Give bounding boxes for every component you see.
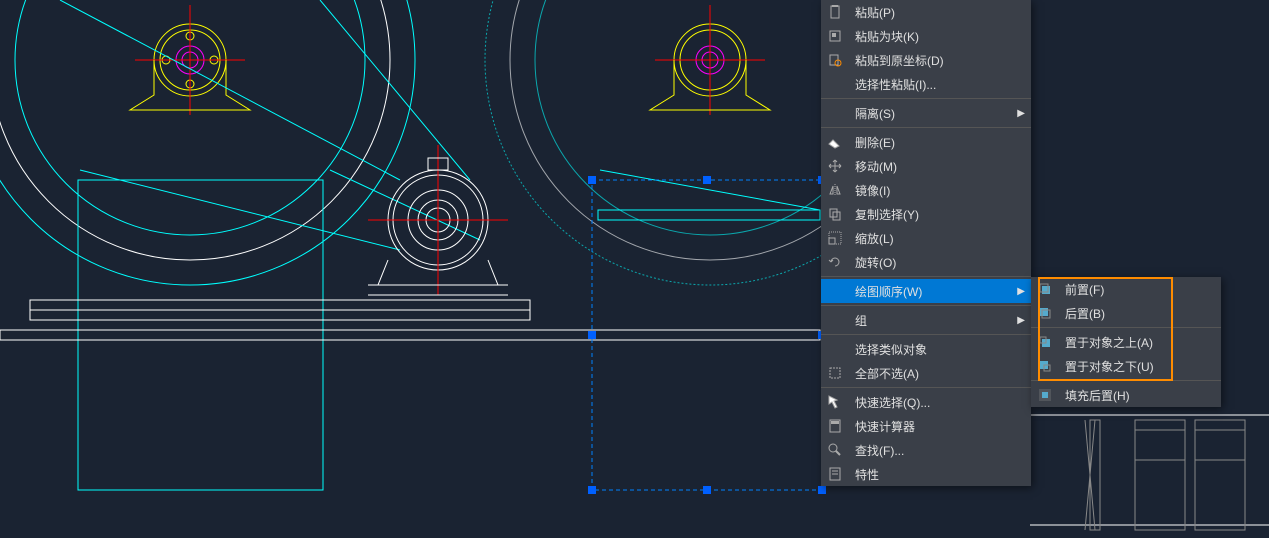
- menu-draw-order-label: 绘图顺序(W): [855, 283, 1017, 300]
- menu-paste-original[interactable]: 粘贴到原坐标(D): [821, 48, 1031, 72]
- submenu-bring-above[interactable]: 置于对象之上(A): [1031, 330, 1221, 354]
- menu-deselect-all[interactable]: 全部不选(A): [821, 361, 1031, 385]
- submenu-below-label: 置于对象之下(U): [1065, 358, 1215, 375]
- menu-paste-block-label: 粘贴为块(K): [855, 28, 1025, 45]
- rotate-icon: [825, 252, 845, 272]
- menu-scale[interactable]: 缩放(L): [821, 226, 1031, 250]
- context-menu: 粘贴(P) 粘贴为块(K) 粘贴到原坐标(D) 选择性粘贴(I)... 隔离(S…: [821, 0, 1031, 486]
- find-icon: [825, 440, 845, 460]
- menu-isolate-label: 隔离(S): [855, 105, 1017, 122]
- menu-properties[interactable]: 特性: [821, 462, 1031, 486]
- menu-isolate[interactable]: 隔离(S) ▶: [821, 101, 1031, 125]
- menu-move[interactable]: 移动(M): [821, 154, 1031, 178]
- menu-paste-special-label: 选择性粘贴(I)...: [855, 76, 1025, 93]
- menu-paste-special[interactable]: 选择性粘贴(I)...: [821, 72, 1031, 96]
- submenu-bring-front[interactable]: 前置(F): [1031, 277, 1221, 301]
- menu-draw-order[interactable]: 绘图顺序(W) ▶: [821, 279, 1031, 303]
- select-similar-icon: [825, 339, 845, 359]
- menu-delete-label: 删除(E): [855, 134, 1025, 151]
- paste-special-icon: [825, 74, 845, 94]
- properties-icon: [825, 464, 845, 484]
- submenu-front-label: 前置(F): [1065, 281, 1215, 298]
- erase-icon: [825, 132, 845, 152]
- calculator-icon: [825, 416, 845, 436]
- scale-icon: [825, 228, 845, 248]
- separator: [821, 387, 1031, 388]
- draw-order-icon: [825, 281, 845, 301]
- menu-paste-as-block[interactable]: 粘贴为块(K): [821, 24, 1031, 48]
- cad-canvas[interactable]: [0, 0, 1269, 535]
- menu-mirror-label: 镜像(I): [855, 182, 1025, 199]
- menu-delete[interactable]: 删除(E): [821, 130, 1031, 154]
- menu-deselect-label: 全部不选(A): [855, 365, 1025, 382]
- separator: [821, 127, 1031, 128]
- menu-rotate-label: 旋转(O): [855, 254, 1025, 271]
- menu-paste-origin-label: 粘贴到原坐标(D): [855, 52, 1025, 69]
- menu-select-similar[interactable]: 选择类似对象: [821, 337, 1031, 361]
- menu-select-similar-label: 选择类似对象: [855, 341, 1025, 358]
- menu-quick-select-label: 快速选择(Q)...: [855, 394, 1025, 411]
- paste-block-icon: [825, 26, 845, 46]
- menu-mirror[interactable]: 镜像(I): [821, 178, 1031, 202]
- move-icon: [825, 156, 845, 176]
- menu-group[interactable]: 组 ▶: [821, 308, 1031, 332]
- menu-copy-selection[interactable]: 复制选择(Y): [821, 202, 1031, 226]
- separator: [821, 334, 1031, 335]
- paste-icon: [825, 2, 845, 22]
- separator: [821, 276, 1031, 277]
- mirror-icon: [825, 180, 845, 200]
- submenu-fill-behind[interactable]: 填充后置(H): [1031, 383, 1221, 407]
- menu-find-label: 查找(F)...: [855, 442, 1025, 459]
- menu-quick-calc[interactable]: 快速计算器: [821, 414, 1031, 438]
- isolate-icon: [825, 103, 845, 123]
- separator: [1031, 327, 1221, 328]
- copy-icon: [825, 204, 845, 224]
- fill-behind-icon: [1035, 385, 1055, 405]
- menu-rotate[interactable]: 旋转(O): [821, 250, 1031, 274]
- submenu-arrow-icon: ▶: [1017, 286, 1025, 297]
- menu-move-label: 移动(M): [855, 158, 1025, 175]
- separator: [1031, 380, 1221, 381]
- paste-origin-icon: [825, 50, 845, 70]
- bring-front-icon: [1035, 279, 1055, 299]
- submenu-above-label: 置于对象之上(A): [1065, 334, 1215, 351]
- send-below-icon: [1035, 356, 1055, 376]
- separator: [821, 305, 1031, 306]
- deselect-icon: [825, 363, 845, 383]
- submenu-back-label: 后置(B): [1065, 305, 1215, 322]
- submenu-send-below[interactable]: 置于对象之下(U): [1031, 354, 1221, 378]
- menu-find[interactable]: 查找(F)...: [821, 438, 1031, 462]
- menu-paste[interactable]: 粘贴(P): [821, 0, 1031, 24]
- submenu-arrow-icon: ▶: [1017, 315, 1025, 326]
- menu-paste-label: 粘贴(P): [855, 4, 1025, 21]
- menu-properties-label: 特性: [855, 466, 1025, 483]
- submenu-arrow-icon: ▶: [1017, 108, 1025, 119]
- group-icon: [825, 310, 845, 330]
- quick-select-icon: [825, 392, 845, 412]
- bring-above-icon: [1035, 332, 1055, 352]
- menu-scale-label: 缩放(L): [855, 230, 1025, 247]
- menu-group-label: 组: [855, 312, 1017, 329]
- menu-quick-select[interactable]: 快速选择(Q)...: [821, 390, 1031, 414]
- submenu-send-back[interactable]: 后置(B): [1031, 301, 1221, 325]
- send-back-icon: [1035, 303, 1055, 323]
- menu-copy-label: 复制选择(Y): [855, 206, 1025, 223]
- separator: [821, 98, 1031, 99]
- draw-order-submenu: 前置(F) 后置(B) 置于对象之上(A) 置于对象之下(U) 填充后置(H): [1031, 277, 1221, 407]
- menu-quick-calc-label: 快速计算器: [855, 418, 1025, 435]
- submenu-fill-label: 填充后置(H): [1065, 387, 1215, 404]
